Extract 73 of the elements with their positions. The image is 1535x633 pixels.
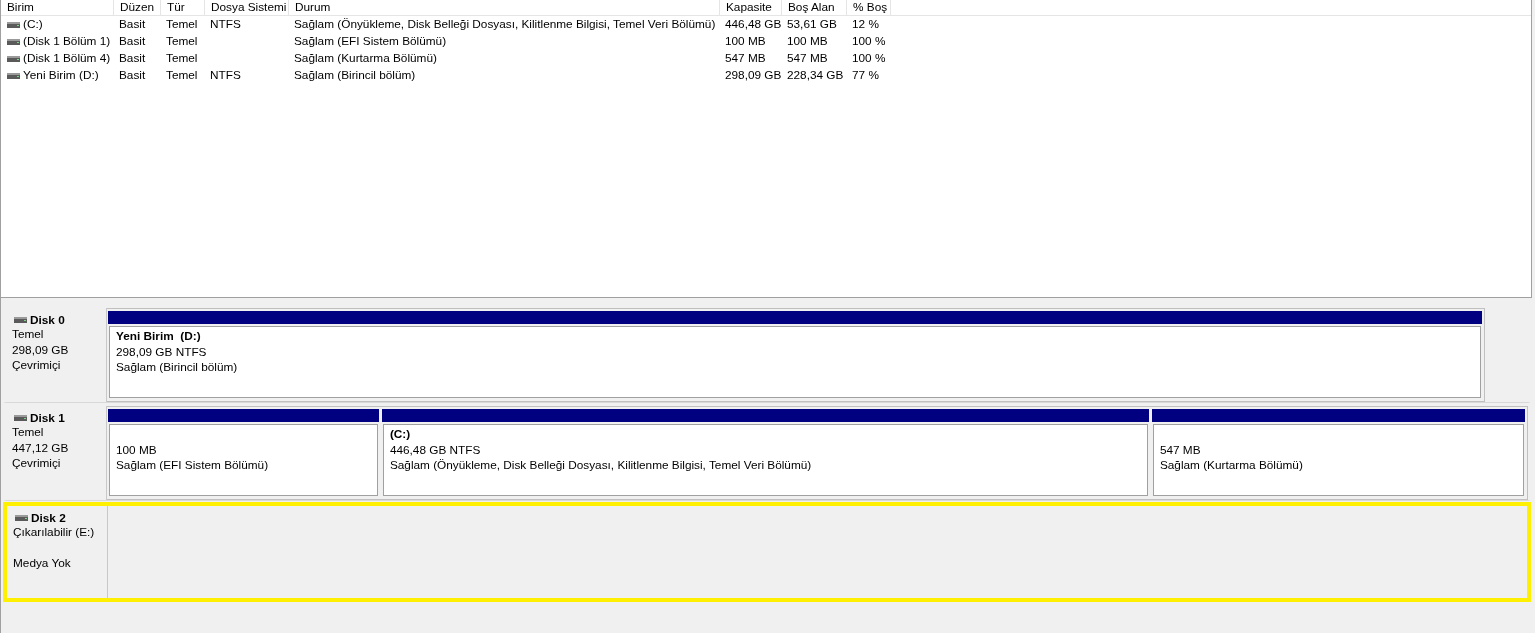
column-header[interactable]: % Boş [847,0,891,15]
partition-status: Sağlam (EFI Sistem Bölümü) [116,458,270,474]
table-cell-text: Basit [118,50,147,67]
partition-status: Sağlam (Önyükleme, Disk Belleği Dosyası, Kilitlenme Bilgisi, Temel Veri Bölümü) [389,458,813,474]
table-cell-text: Basit [118,67,147,84]
drive-icon [7,21,20,28]
disk-drive-icon [14,316,27,323]
table-cell-text: 100 MB [786,33,829,50]
table-cell-text: 77 % [851,67,880,84]
column-header[interactable]: Tür [161,0,205,15]
partition-box[interactable]: (C:) 446,48 GB NTFS Sağlam (Önyükleme, Disk Belleği Dosyası, Kilitlenme Bilgisi, Temel Veri Bölümü) [382,424,1148,496]
table-cell[interactable]: (Disk 1 Bölüm 1) [23,33,111,50]
disk-status: Medya Yok [13,556,72,572]
partition-box[interactable]: Yeni Birim (D:) 298,09 GB NTFS Sağlam (Birincil bölüm) [109,326,1482,398]
table-cell-text: Basit [118,33,147,50]
table-cell-text: NTFS [209,67,242,84]
table-cell-text: Temel [165,33,199,50]
partition-size: 446,48 GB NTFS [389,442,482,458]
disk-size: 447,12 GB [12,440,70,456]
disk-row[interactable]: Disk 0 Temel 298,09 GB Çevrimiçi Yeni Birim (D:) 298,09 GB NTFS Sağlam (Birincil bölüm) [3,305,1531,403]
disk-name: Disk 0 [30,312,65,327]
column-header[interactable]: Dosya Sistemi [205,0,289,15]
partition-size: 547 MB [1159,442,1202,458]
partition-size: 100 MB [116,442,158,458]
column-header[interactable]: Kapasite [720,0,782,15]
disk-status: Çevrimiçi [12,456,62,472]
partition-label: (C:) [389,427,412,443]
table-cell-text: 100 % [851,33,887,50]
table-cell-text: 228,34 GB [786,67,845,84]
disk-status: Çevrimiçi [12,358,62,374]
table-cell-text: 12 % [851,16,880,33]
table-cell-text: Sağlam (Önyükleme, Disk Belleği Dosyası, Kilitlenme Bilgisi, Temel Veri Bölümü) [293,16,717,33]
table-cell-text: Temel [165,50,199,67]
table-cell-text: Basit [118,16,147,33]
drive-icon [7,55,20,62]
disk-type: Temel [12,327,45,343]
disk-drive-icon [14,414,27,421]
table-cell[interactable]: (C:) [23,16,43,33]
table-cell-text: Sağlam (EFI Sistem Bölümü) [293,33,448,50]
table-cell-text: 100 MB [724,33,767,50]
table-cell-text: Sağlam (Kurtarma Bölümü) [293,50,438,67]
partition-size: 298,09 GB NTFS [116,344,208,360]
table-cell-text: Temel [165,16,199,33]
partition-status: Sağlam (Kurtarma Bölümü) [1159,458,1304,474]
partition-box[interactable]: 547 MB Sağlam (Kurtarma Bölümü) [1152,424,1524,496]
column-header[interactable]: Boş Alan [782,0,847,15]
column-header[interactable]: Birim [1,0,114,15]
table-cell-text: Temel [165,67,199,84]
disk-name: Disk 1 [30,410,65,425]
table-cell[interactable]: (Disk 1 Bölüm 4) [23,50,111,67]
table-cell-text: 446,48 GB [724,16,782,33]
disk-type: Çıkarılabilir (E:) [13,525,96,541]
table-cell-text: NTFS [209,16,242,33]
table-cell-text: 547 MB [786,50,829,67]
disk-row[interactable]: Disk 1 Temel 447,12 GB Çevrimiçi 100 MB Sağlam (EFI Sistem Bölümü) (C:) 446,48 GB NTFS Sağlam (Önyükleme, Disk Belleği Dosyası, Kilitlenme Bilgisi, Temel Veri Bölümü) 547 MB Sağlam (Kurtarma Bölümü) [3,403,1531,501]
partition-label: Yeni Birim (D:) [116,329,202,345]
table-cell-text: 547 MB [724,50,767,67]
partition-box[interactable]: 100 MB Sağlam (EFI Sistem Bölümü) [109,424,378,496]
disk-type: Temel [12,425,45,441]
column-header[interactable]: Durum [289,0,720,15]
table-cell-text: Sağlam (Birincil bölüm) [293,67,417,84]
drive-icon [7,38,20,45]
disk-size: 298,09 GB [12,342,70,358]
disk-drive-icon [15,514,28,521]
drive-icon [7,72,20,79]
table-cell[interactable]: Yeni Birim (D:) [23,67,99,84]
disk-row[interactable]: Disk 2 Çıkarılabilir (E:) Medya Yok [3,502,1531,602]
disk-name: Disk 2 [31,510,66,525]
table-cell-text: 298,09 GB [724,67,782,84]
column-header[interactable]: Düzen [114,0,161,15]
table-cell-text: 100 % [851,50,887,67]
table-cell-text: 53,61 GB [786,16,838,33]
partition-status: Sağlam (Birincil bölüm) [116,360,239,376]
